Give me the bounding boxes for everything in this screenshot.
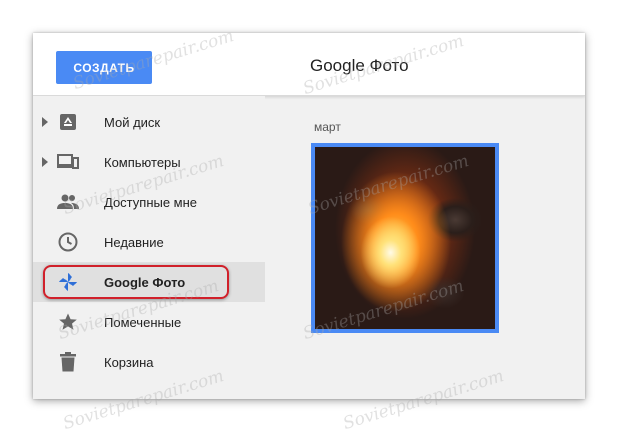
sidebar-item-label: Мой диск xyxy=(104,114,161,130)
sidebar-item-computers[interactable]: Компьютеры xyxy=(33,142,265,182)
sidebar-item-google-photos[interactable]: Google Фото xyxy=(33,262,265,302)
page-title: Google Фото xyxy=(310,56,409,75)
date-section-label: март xyxy=(314,120,341,134)
header-bar: СОЗДАТЬ Google Фото xyxy=(33,33,585,96)
sidebar-item-shared-with-me[interactable]: Доступные мне xyxy=(33,182,265,222)
google-drive-window: СОЗДАТЬ Google Фото Мой диск Компьютеры … xyxy=(33,33,585,399)
google-photos-pinwheel-icon xyxy=(56,270,80,294)
star-icon xyxy=(56,310,80,334)
sidebar: Мой диск Компьютеры Доступные мне Недавн… xyxy=(33,96,265,399)
create-button[interactable]: СОЗДАТЬ xyxy=(56,51,152,84)
drive-icon xyxy=(56,110,80,134)
sidebar-item-starred[interactable]: Помеченные xyxy=(33,302,265,342)
main-content: март xyxy=(265,96,585,399)
computers-icon xyxy=(56,150,80,174)
sidebar-item-label: Корзина xyxy=(104,354,154,370)
trash-icon xyxy=(56,350,80,374)
clock-icon xyxy=(56,230,80,254)
sidebar-item-trash[interactable]: Корзина xyxy=(33,342,265,382)
expand-arrow-icon[interactable] xyxy=(41,157,49,167)
shared-people-icon xyxy=(56,190,80,214)
sidebar-item-label: Доступные мне xyxy=(104,194,198,210)
sidebar-item-recent[interactable]: Недавние xyxy=(33,222,265,262)
expand-arrow-icon[interactable] xyxy=(41,117,49,127)
photo-thumbnail[interactable] xyxy=(311,143,499,333)
sidebar-item-label: Помеченные xyxy=(104,314,182,330)
sidebar-item-label: Недавние xyxy=(104,234,164,250)
sidebar-item-my-drive[interactable]: Мой диск xyxy=(33,102,265,142)
sidebar-item-label: Компьютеры xyxy=(104,154,181,170)
sidebar-item-label: Google Фото xyxy=(104,274,186,290)
